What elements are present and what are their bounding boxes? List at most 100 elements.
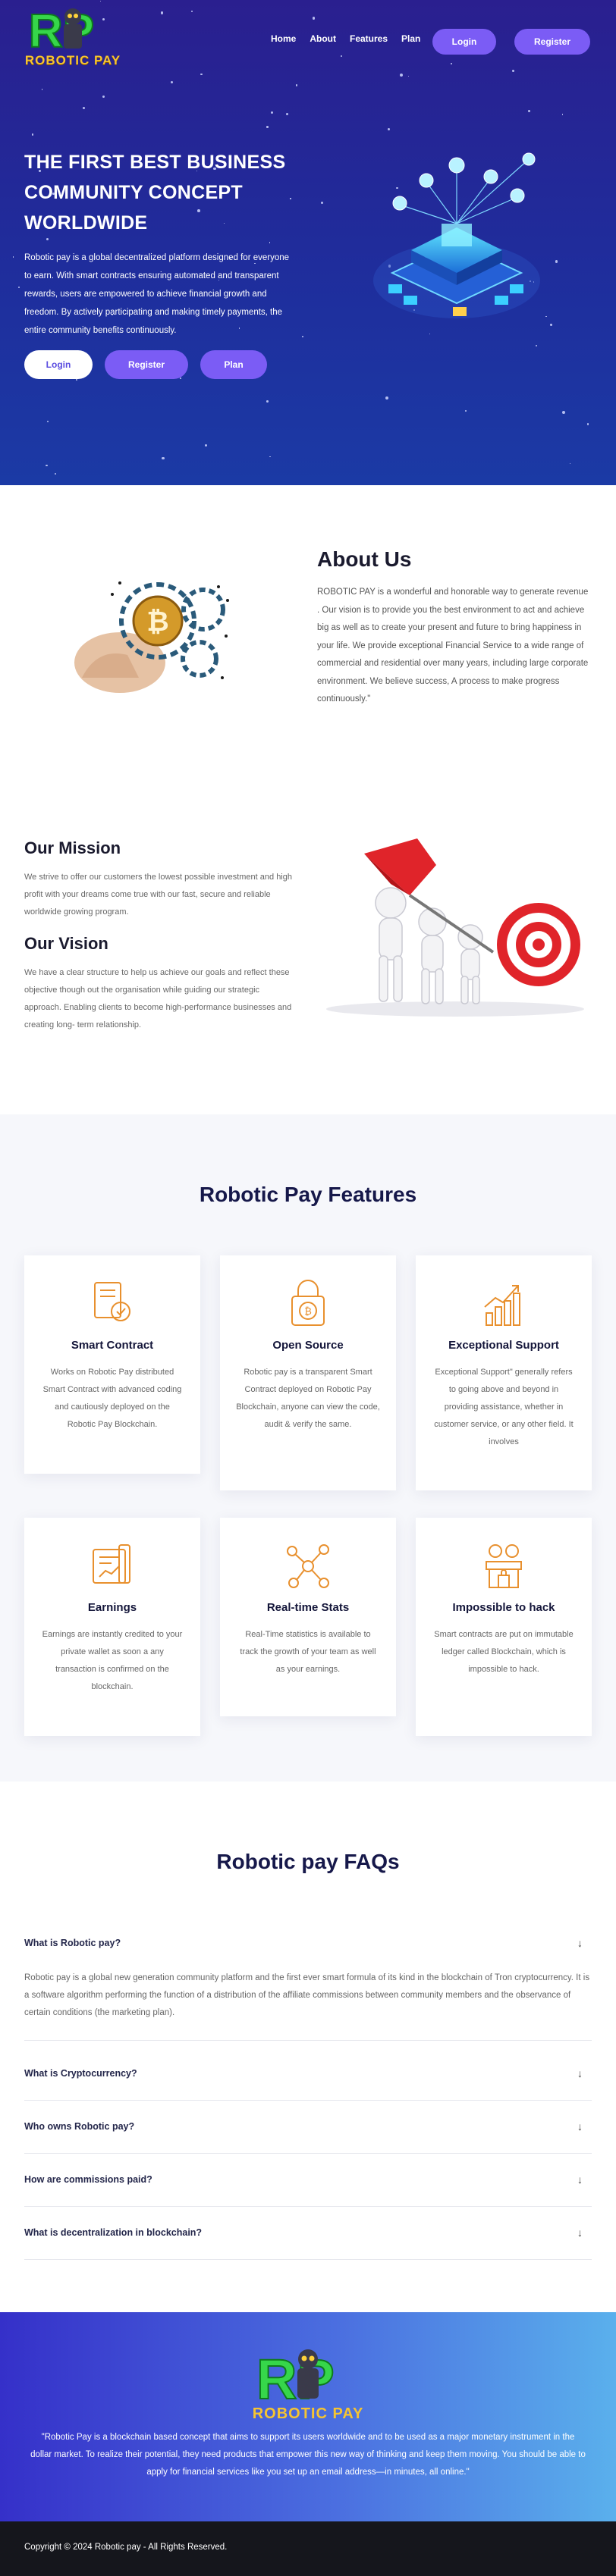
feature-title: Earnings	[87, 1601, 137, 1614]
feature-text: Works on Robotic Pay distributed Smart C…	[42, 1368, 182, 1429]
star-dot	[302, 335, 304, 337]
faq-question-toggle[interactable]: Who owns Robotic pay? ↓	[24, 2100, 592, 2153]
arrow-down-icon[interactable]: ↓	[577, 2120, 583, 2133]
bitcoin-lock-icon: ₿	[291, 1280, 325, 1326]
feature-card-real-time-stats: Real-time Stats Real-Time statistics is …	[220, 1518, 396, 1716]
nav-link-plan[interactable]: Plan	[401, 33, 420, 44]
star-dot	[266, 126, 269, 128]
star-dot	[54, 473, 56, 475]
faq-title: Robotic pay FAQs	[216, 1850, 400, 1873]
faq-item: What is decentralization in blockchain? …	[24, 2206, 592, 2260]
feature-card-open-source: ₿ Open Source Robotic pay is a transpare…	[220, 1255, 396, 1490]
feature-title: Impossible to hack	[452, 1601, 555, 1614]
footer-brand-name: ROBOTIC PAY	[253, 2405, 364, 2422]
faq-question: How are commissions paid?	[24, 2174, 152, 2185]
star-dot	[17, 287, 20, 289]
arrow-down-icon[interactable]: ↓	[577, 2227, 583, 2239]
smart-contract-icon	[94, 1282, 130, 1321]
star-dot	[46, 464, 48, 467]
brand-logo[interactable]: RP ROBOTIC PAY	[24, 6, 121, 74]
star-dot	[82, 107, 85, 109]
star-dot	[270, 111, 274, 114]
earnings-icon	[93, 1544, 130, 1584]
features-title: Robotic Pay Features	[199, 1183, 417, 1206]
star-dot	[46, 238, 49, 241]
about-text: ROBOTIC PAY is a wonderful and honorable…	[317, 588, 589, 704]
faq-question-toggle[interactable]: What is Robotic pay? ↓	[24, 1916, 592, 1970]
star-dot	[31, 133, 34, 136]
footer-logo[interactable]: RP ROBOTIC PAY	[250, 2346, 366, 2424]
growth-chart-icon	[484, 1285, 520, 1326]
star-dot	[295, 84, 298, 86]
mission-title: Our Mission	[24, 838, 121, 857]
star-dot	[269, 456, 271, 458]
faq-question: What is Robotic pay?	[24, 1938, 121, 1948]
hero-register-button[interactable]: Register	[105, 350, 188, 379]
star-dot	[527, 109, 530, 112]
feature-title: Open Source	[272, 1339, 344, 1352]
vision-title: Our Vision	[24, 934, 108, 953]
feature-card-earnings: Earnings Earnings are instantly credited…	[24, 1518, 200, 1736]
star-dot	[586, 423, 589, 425]
faq-item: Who owns Robotic pay? ↓	[24, 2100, 592, 2154]
mission-vision-section: Our Mission We strive to offer our custo…	[0, 770, 616, 1114]
about-section: ₿ About Us ROBOTIC PAY is a wonderful an…	[0, 485, 616, 770]
feature-text: Exceptional Support" generally refers to…	[434, 1368, 574, 1446]
top-nav: RP ROBOTIC PAY Home About Features Plan …	[0, 0, 616, 83]
hero-plan-button[interactable]: Plan	[200, 350, 267, 379]
faq-question: What is Cryptocurrency?	[24, 2068, 137, 2079]
faq-question-toggle[interactable]: How are commissions paid? ↓	[24, 2153, 592, 2206]
star-dot	[46, 421, 49, 423]
network-nodes-icon	[287, 1544, 329, 1588]
blockchain-platform-illustration	[373, 152, 540, 318]
faq-answer: Robotic pay is a global new generation c…	[24, 1973, 590, 2017]
star-dot	[205, 444, 208, 447]
feature-text: Robotic pay is a transparent Smart Contr…	[236, 1368, 380, 1429]
faq-question-toggle[interactable]: What is decentralization in blockchain? …	[24, 2206, 592, 2259]
arrow-down-icon[interactable]: ↓	[577, 2173, 583, 2186]
star-dot	[385, 396, 389, 400]
feature-title: Exceptional Support	[448, 1339, 559, 1352]
star-dot	[562, 411, 566, 414]
mission-text: We strive to offer our customers the low…	[24, 873, 292, 917]
faq-question-toggle[interactable]: What is Cryptocurrency? ↓	[24, 2047, 592, 2100]
footer-brand-letters: RP	[256, 2348, 335, 2411]
hero-login-button[interactable]: Login	[24, 350, 93, 379]
faq-item: What is Cryptocurrency? ↓	[24, 2047, 592, 2101]
feature-text: Earnings are instantly credited to your …	[42, 1630, 183, 1691]
nav-links: Home About Features Plan	[271, 33, 420, 44]
star-dot	[269, 242, 271, 243]
star-dot	[465, 409, 467, 412]
arrow-down-icon[interactable]: ↓	[577, 1937, 583, 1949]
nav-register-button[interactable]: Register	[514, 29, 590, 55]
nav-link-about[interactable]: About	[310, 33, 336, 44]
feature-text: Real-Time statistics is available to tra…	[240, 1630, 376, 1674]
nav-link-home[interactable]: Home	[271, 33, 296, 44]
secure-market-icon	[486, 1544, 522, 1588]
faq-item: How are commissions paid? ↓	[24, 2153, 592, 2207]
nav-link-features[interactable]: Features	[350, 33, 388, 44]
star-dot	[266, 400, 269, 403]
feature-card-smart-contract: Smart Contract Works on Robotic Pay dist…	[24, 1255, 200, 1474]
faq-question: Who owns Robotic pay?	[24, 2121, 135, 2132]
star-dot	[12, 256, 14, 258]
nav-login-button[interactable]: Login	[432, 29, 496, 55]
svg-text:₿: ₿	[304, 1305, 312, 1317]
arrow-down-icon[interactable]: ↓	[577, 2067, 583, 2079]
feature-title: Real-time Stats	[266, 1601, 350, 1614]
svg-text:₿: ₿	[146, 606, 168, 637]
copyright-bar: Copyright © 2024 Robotic pay - All Right…	[0, 2521, 616, 2576]
copyright-text: Copyright © 2024 Robotic pay - All Right…	[24, 2543, 228, 2552]
star-dot	[102, 96, 105, 99]
brand-name: ROBOTIC PAY	[24, 53, 121, 67]
star-dot	[76, 378, 78, 381]
vision-text: We have a clear structure to help us ach…	[24, 968, 292, 1029]
brand-letters: RP	[29, 6, 94, 53]
star-dot	[555, 260, 558, 263]
hero-title: THE FIRST BEST BUSINESS COMMUNITY CONCEP…	[24, 152, 286, 233]
team-target-illustration	[326, 838, 584, 1017]
footer-description: "Robotic Pay is a blockchain based conce…	[30, 2433, 586, 2477]
star-dot	[388, 127, 391, 130]
hero-description: Robotic pay is a global decentralized pl…	[24, 253, 290, 335]
faq-section: Robotic pay FAQs What is Robotic pay? ↓ …	[0, 1782, 616, 2312]
